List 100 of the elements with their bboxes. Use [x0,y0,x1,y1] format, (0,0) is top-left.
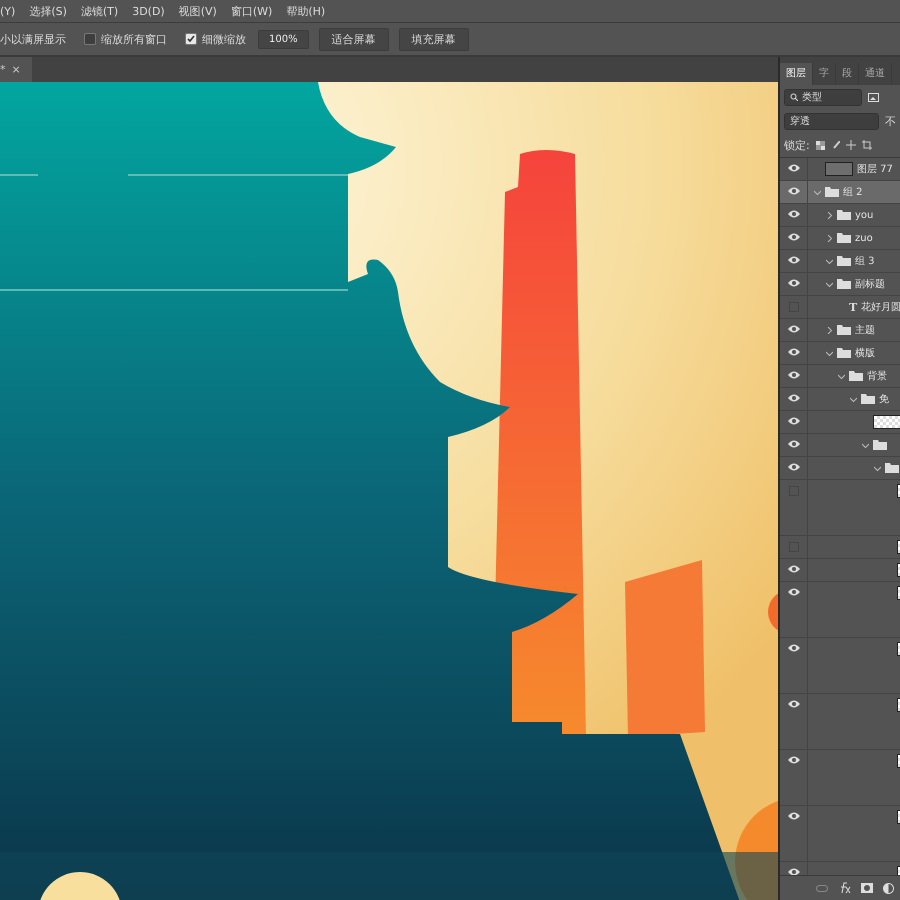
folder-icon [825,187,839,197]
chevron-down-icon[interactable] [862,442,869,448]
layer-row[interactable]: zuo [780,227,900,250]
menu-item[interactable]: 滤镜(T) [80,4,118,18]
layer-row[interactable] [780,559,900,582]
eye-icon[interactable] [788,812,800,820]
eye-icon[interactable] [788,256,800,264]
search-icon [790,93,798,101]
blend-mode-dropdown[interactable]: 穿透 [784,112,879,130]
eye-icon[interactable] [788,868,800,875]
layer-row[interactable]: 图层 77 [780,158,900,181]
layer-row[interactable]: 组 2 [780,181,900,204]
chevron-right-icon[interactable] [826,234,833,242]
eye-icon[interactable] [788,187,800,195]
layer-name: 花好月圆 [861,300,900,314]
chevron-down-icon[interactable] [850,396,857,402]
eye-icon[interactable] [788,588,800,596]
layer-name: 背景 [867,370,887,383]
layer-row[interactable] [780,434,900,457]
layer-row[interactable]: 横版 [780,342,900,365]
menu-item[interactable]: 窗口(W) [230,4,272,18]
folder-icon [837,256,851,266]
folder-icon [885,463,899,473]
eye-icon[interactable] [788,233,800,241]
panel-tab[interactable]: 通道 [859,63,892,85]
checkbox[interactable] [84,33,96,45]
eye-icon[interactable] [788,279,800,287]
layer-row[interactable]: 免 [780,388,900,411]
folder-icon [849,371,863,381]
layer-row[interactable]: 背景 [780,365,900,388]
zoom-field[interactable]: 100% [258,30,309,48]
folder-icon [837,279,851,289]
eye-icon[interactable] [788,164,800,172]
layer-name: 主题 [855,324,875,337]
folder-icon [837,210,851,220]
eye-icon[interactable] [788,756,800,764]
menu-item[interactable]: 3D(D) [132,4,165,18]
folder-icon [837,325,851,335]
menu-item[interactable]: (Y) [0,4,16,18]
chevron-right-icon[interactable] [826,326,833,334]
eye-icon[interactable] [788,463,800,471]
layer-thumbnail [873,415,900,429]
brush-icon[interactable] [830,140,840,150]
eye-icon[interactable] [788,565,800,573]
zoom-button[interactable]: 适合屏幕 [318,28,389,50]
folder-icon [861,394,875,404]
layer-name: you [855,210,874,220]
lock-label: 锁定: [784,138,810,152]
chevron-down-icon[interactable] [838,372,845,380]
layer-name: zuo [855,232,873,244]
menu-item[interactable]: 帮助(H) [286,4,326,18]
layer-name: 组 2 [843,186,863,199]
menu-item[interactable]: 选择(S) [29,4,67,18]
adjustment-icon[interactable] [883,882,894,894]
eye-icon[interactable] [788,700,800,708]
eye-icon[interactable] [788,644,800,652]
layer-name: 横版 [855,346,875,360]
chevron-down-icon[interactable] [826,350,833,356]
eye-icon[interactable] [788,394,800,402]
layer-row[interactable]: T 花好月圆 [780,296,900,319]
document-tab[interactable]: * × [0,57,32,82]
crop-icon[interactable] [862,140,872,150]
layer-row[interactable]: you [780,204,900,227]
chevron-right-icon[interactable] [826,212,833,218]
eye-icon[interactable] [788,417,800,425]
checkbox-label: 缩放所有窗口 [101,32,167,46]
menu-item[interactable]: 视图(V) [178,4,217,18]
panel-tab[interactable]: 段 [836,63,859,85]
layer-name: 副标题 [855,278,885,291]
layer-thumbnail [825,162,853,176]
chevron-down-icon[interactable] [826,280,833,288]
chevron-down-icon[interactable] [874,464,881,472]
chevron-down-icon[interactable] [826,258,833,264]
layer-row[interactable]: 组 3 [780,250,900,273]
checkbox[interactable] [185,33,197,45]
zoom-button[interactable]: 填充屏幕 [398,28,469,50]
eye-icon[interactable] [788,210,800,218]
move-icon[interactable] [846,140,856,150]
layer-row[interactable] [780,457,900,480]
eye-icon[interactable] [788,371,800,379]
close-icon[interactable]: × [12,63,21,76]
layer-name: 免 [879,393,889,406]
mask-icon[interactable] [861,883,873,893]
layer-row[interactable]: 副标题 [780,273,900,296]
checkerboard-icon[interactable] [816,140,825,150]
layer-name: 图层 77 [857,163,893,176]
eye-icon[interactable] [788,348,800,356]
layer-row[interactable]: 主题 [780,319,900,342]
panel-tab[interactable]: 字 [813,63,836,85]
image-icon[interactable] [868,92,879,102]
layer-row[interactable] [780,411,900,434]
filter-dropdown[interactable]: 类型 [784,88,862,106]
option-label: 小以满屏显示 [0,32,66,46]
text-layer-icon: T [849,300,858,314]
checkbox-label: 细微缩放 [202,32,246,46]
eye-icon[interactable] [788,325,800,333]
fx-icon[interactable] [838,882,851,894]
panel-tab[interactable]: 图层 [780,63,813,85]
chevron-down-icon[interactable] [814,188,821,196]
eye-icon[interactable] [788,440,800,448]
